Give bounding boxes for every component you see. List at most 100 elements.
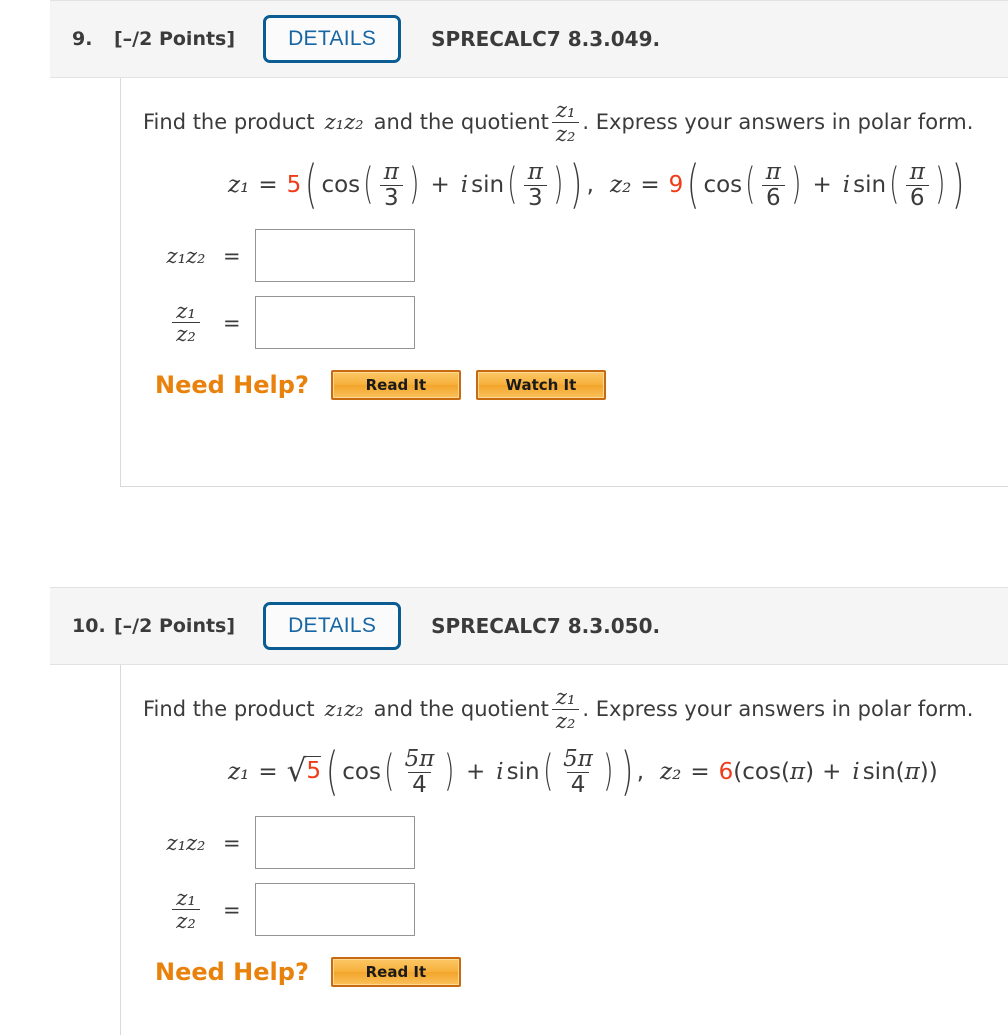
problem-body: Find the product z₁z₂ and the quotient z… — [120, 78, 1008, 487]
answer-label-quotient: z₁ z₂ — [155, 300, 217, 345]
answer-quotient-fraction: z₁ z₂ — [172, 298, 200, 345]
problem-code: SPRECALC7 8.3.049. — [431, 27, 661, 51]
close-paren-icon: ) — [928, 759, 938, 785]
answer-input-product[interactable] — [254, 816, 415, 869]
question-part-3: . Express your answers in polar form. — [582, 110, 974, 134]
question-part-1: Find the product — [143, 697, 315, 721]
problem-points: [–/2 Points] — [114, 615, 236, 637]
cos-label: cos — [321, 172, 361, 198]
z1-angle-fraction-2: 5π 4 — [559, 747, 597, 796]
watch-it-button[interactable]: Watch It — [475, 370, 606, 400]
answer-input-quotient[interactable] — [254, 883, 415, 936]
question-part-2: and the quotient — [373, 110, 549, 134]
equals-sign: = — [223, 243, 241, 268]
angle-numerator: 5π — [563, 746, 593, 773]
angle-numerator: π — [383, 159, 399, 186]
read-it-button[interactable]: Read It — [330, 957, 461, 987]
problem-header: 9. [–/2 Points] DETAILS SPRECALC7 8.3.04… — [50, 0, 1008, 78]
angle-numerator: π — [909, 159, 925, 186]
z2-angle-fraction-2: π 6 — [905, 159, 929, 210]
question-product-expr: z₁z₂ — [324, 697, 364, 721]
answer-row-quotient: z₁ z₂ = — [155, 289, 1008, 356]
read-it-button[interactable]: Read It — [330, 370, 461, 400]
sin-label: sin — [862, 759, 896, 785]
problem-header: 10. [–/2 Points] DETAILS SPRECALC7 8.3.0… — [50, 587, 1008, 665]
quotient-numerator: z₁ — [176, 298, 196, 323]
z2-label: z₂ — [660, 759, 682, 785]
equals-sign: = — [690, 759, 710, 785]
quotient-numerator: z₁ — [555, 685, 576, 710]
problem-number: 9. — [72, 28, 93, 50]
open-paren-icon: ( — [780, 759, 790, 785]
z2-modulus: 6 — [718, 759, 734, 785]
imaginary-unit: i — [460, 172, 469, 198]
plus-sign: + — [822, 759, 842, 785]
answer-input-quotient[interactable] — [254, 296, 415, 349]
answer-row-product: z₁z₂ = — [155, 222, 1008, 289]
angle-denominator: 6 — [905, 184, 929, 210]
problem-code: SPRECALC7 8.3.050. — [431, 614, 661, 638]
problem-number: 10. — [72, 615, 106, 637]
question-part-2: and the quotient — [373, 697, 549, 721]
z2-label: z₂ — [609, 172, 632, 198]
need-help-label: Need Help? — [155, 371, 309, 399]
equals-sign: = — [258, 172, 278, 198]
comma: , — [636, 759, 645, 785]
radical-sign-icon: √ — [286, 753, 307, 790]
sin-label: sin — [506, 759, 540, 785]
quotient-denominator: z₂ — [172, 909, 200, 932]
sin-label: sin — [471, 172, 505, 198]
answer-label-quotient: z₁ z₂ — [155, 887, 217, 932]
assignment-page: 9. [–/2 Points] DETAILS SPRECALC7 8.3.04… — [0, 0, 1008, 1035]
z1-modulus: 5 — [306, 756, 322, 787]
plus-sign: + — [430, 172, 450, 198]
answer-label-product: z₁z₂ — [166, 830, 206, 855]
quotient-denominator: z₂ — [172, 322, 200, 345]
plus-sign: + — [465, 759, 486, 785]
angle-denominator: 6 — [761, 184, 785, 210]
equals-sign: = — [223, 897, 241, 922]
given-equations: z₁ = 5 ( cos ( π 3 ) + i sin ( π 3 )) ,… — [228, 155, 965, 215]
need-help-row: Need Help? Read It — [155, 957, 1008, 987]
problem-points: [–/2 Points] — [114, 28, 236, 50]
angle-numerator: 5π — [404, 746, 435, 773]
question-part-1: Find the product — [143, 110, 315, 134]
problem-block-9: 9. [–/2 Points] DETAILS SPRECALC7 8.3.04… — [50, 0, 1008, 487]
plus-sign: + — [812, 172, 832, 198]
answer-input-product[interactable] — [254, 229, 415, 282]
question-product-expr: z₁z₂ — [324, 110, 364, 134]
question-text: Find the product z₁z₂ and the quotient z… — [143, 96, 1008, 148]
given-equations: z₁ = √ 5 ( cos ( 5π 4 ) + i sin (5π 4)… — [228, 742, 938, 802]
sin-label: sin — [853, 172, 887, 198]
problem-block-10: 10. [–/2 Points] DETAILS SPRECALC7 8.3.0… — [50, 587, 1008, 1035]
open-paren-icon: ( — [895, 759, 905, 785]
comma: , — [586, 172, 594, 198]
equals-sign: = — [258, 759, 278, 785]
z1-label: z₁ — [228, 172, 250, 198]
angle-denominator: 3 — [523, 184, 547, 210]
angle-denominator: 3 — [380, 184, 403, 210]
question-quotient-fraction: z₁ z₂ — [551, 99, 580, 145]
details-button[interactable]: DETAILS — [263, 602, 402, 650]
cos-label: cos — [342, 759, 381, 785]
angle-denominator: 4 — [408, 771, 431, 797]
square-root-icon: √ 5 — [286, 753, 322, 790]
problem-body: Find the product z₁z₂ and the quotient z… — [120, 665, 1008, 1035]
z1-angle-fraction: 5π 4 — [401, 747, 439, 796]
z1-angle-fraction: π 3 — [380, 159, 403, 210]
cos-label: cos — [703, 172, 743, 198]
close-paren-icon: ) — [919, 759, 929, 785]
cos-label: cos — [742, 759, 781, 785]
need-help-label: Need Help? — [155, 958, 309, 986]
details-button[interactable]: DETAILS — [263, 15, 402, 63]
imaginary-unit: i — [852, 759, 860, 785]
z1-modulus: 5 — [286, 172, 302, 198]
question-text: Find the product z₁z₂ and the quotient z… — [143, 683, 1008, 735]
z1-label: z₁ — [228, 759, 250, 785]
close-paren-icon: ) — [805, 759, 815, 785]
answer-row-quotient: z₁ z₂ = — [155, 876, 1008, 943]
answer-label-product: z₁z₂ — [166, 243, 206, 268]
z2-angle-2: π — [904, 759, 920, 785]
need-help-row: Need Help? Read It Watch It — [155, 370, 1008, 400]
quotient-denominator: z₂ — [551, 708, 580, 732]
